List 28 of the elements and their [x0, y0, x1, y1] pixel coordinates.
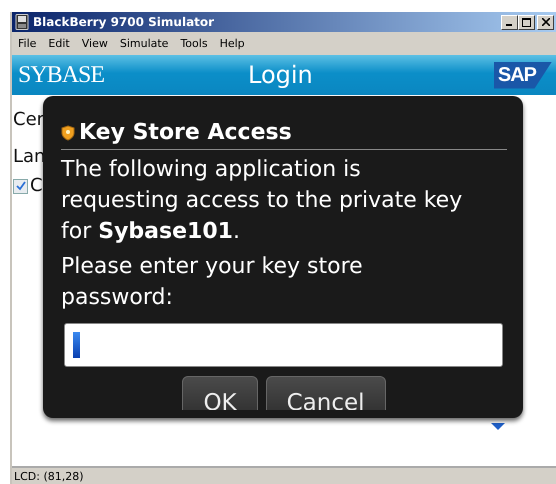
screen-title: Login	[248, 61, 314, 89]
checkbox[interactable]	[13, 178, 28, 194]
close-button[interactable]	[537, 14, 554, 30]
menu-item[interactable]: Edit	[48, 37, 70, 50]
password-field[interactable]	[64, 323, 503, 367]
menu-item[interactable]: Tools	[180, 37, 208, 50]
dialog-message: The following application is requesting access to the private key for Sybase101.	[61, 156, 464, 246]
status-text: LCD: (81,28)	[14, 470, 84, 482]
device-icon	[15, 14, 29, 30]
menu-item[interactable]: View	[82, 37, 108, 50]
menu-item[interactable]: File	[18, 37, 36, 50]
maximize-button[interactable]	[518, 14, 535, 30]
scroll-down-icon	[491, 423, 505, 431]
dialog-title: Key Store Access	[79, 120, 292, 146]
menu-item[interactable]: Simulate	[120, 37, 168, 50]
dialog-button[interactable]: Cancel	[266, 376, 386, 410]
checkbox-label: C	[30, 175, 43, 197]
shield-icon	[61, 125, 75, 141]
password-prompt: Please enter your key store password:	[61, 253, 364, 312]
dialog-button[interactable]: OK	[182, 376, 258, 410]
menu-item[interactable]: Help	[220, 37, 245, 50]
sap-logo: SAP	[494, 62, 552, 88]
maximize-icon	[522, 18, 531, 26]
window-title: BlackBerry 9700 Simulator	[33, 15, 216, 29]
close-icon	[542, 18, 550, 26]
brand-logo: SYBASE	[18, 62, 106, 88]
minimize-button[interactable]	[501, 14, 518, 30]
field-label: Cer	[13, 109, 44, 131]
